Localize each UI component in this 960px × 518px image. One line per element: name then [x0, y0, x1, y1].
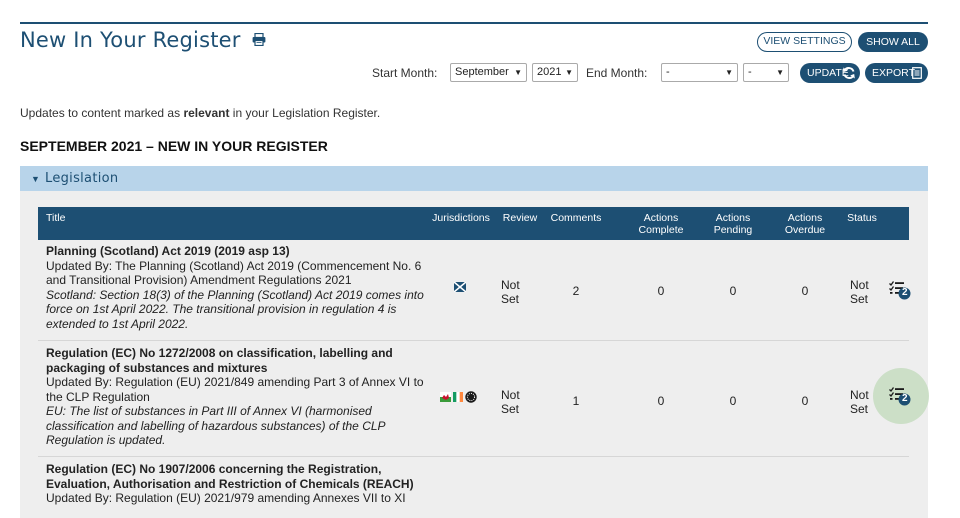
actions-pending-value: 0: [729, 284, 737, 298]
header-status[interactable]: Status: [842, 212, 882, 224]
refresh-icon: [843, 67, 855, 79]
top-rule: [20, 22, 928, 24]
actions-complete-value: 0: [657, 394, 665, 408]
document-icon: [912, 67, 922, 79]
task-list-button[interactable]: 2: [889, 280, 911, 303]
actions-overdue-value: 0: [801, 284, 809, 298]
scotland-flag-icon: [454, 282, 466, 292]
row-divider: [38, 456, 909, 457]
table-row: Planning (Scotland) Act 2019 (2019 asp 1…: [38, 244, 911, 340]
section-heading: SEPTEMBER 2021 – NEW IN YOUR REGISTER: [20, 138, 328, 154]
row-title-cell: Planning (Scotland) Act 2019 (2019 asp 1…: [46, 244, 424, 331]
status-value: Not Set: [850, 388, 869, 416]
header-comments[interactable]: Comments: [543, 212, 609, 224]
view-settings-button[interactable]: VIEW SETTINGS: [757, 32, 852, 52]
legislation-panel: ▼ Legislation Title Jurisdictions Review…: [20, 166, 929, 518]
end-month-label: End Month:: [586, 66, 648, 80]
intro-text: Updates to content marked as relevant in…: [20, 106, 380, 120]
task-list-button[interactable]: 2: [889, 386, 911, 409]
chevron-down-icon: ▼: [776, 68, 784, 77]
intro-after: in your Legislation Register.: [229, 106, 381, 120]
status-value: Not Set: [850, 278, 869, 306]
legislation-title-link[interactable]: Planning (Scotland) Act 2019 (2019 asp 1…: [46, 244, 424, 259]
table-row: Regulation (EC) No 1907/2006 concerning …: [38, 462, 909, 518]
updated-by-text: Updated By: The Planning (Scotland) Act …: [46, 258, 422, 288]
header-jurisdictions[interactable]: Jurisdictions: [426, 212, 496, 224]
row-title-cell: Regulation (EC) No 1272/2008 on classifi…: [46, 346, 424, 448]
updated-by-text: Updated By: Regulation (EU) 2021/979 ame…: [46, 491, 406, 505]
comments-value[interactable]: 1: [543, 394, 609, 408]
start-month-select[interactable]: September ▼: [450, 63, 527, 82]
eu-flag-icon: [465, 391, 477, 403]
intro-bold: relevant: [183, 106, 230, 120]
actions-complete-value: 0: [657, 284, 665, 298]
end-year-select[interactable]: - ▼: [743, 63, 789, 82]
actions-pending-value: 0: [729, 394, 737, 408]
table-row: Regulation (EC) No 1272/2008 on classifi…: [38, 346, 929, 456]
update-button[interactable]: UPDATE: [800, 63, 860, 83]
end-month-value: -: [666, 66, 670, 78]
task-count-badge: 2: [902, 287, 908, 298]
header-title[interactable]: Title: [46, 212, 65, 224]
chevron-down-icon: ▼: [725, 68, 733, 77]
wales-flag-icon: [440, 392, 451, 402]
start-year-value: 2021: [537, 66, 562, 78]
header-actions-complete[interactable]: Actions Complete: [633, 212, 689, 236]
table-header: Title Jurisdictions Review Comments Acti…: [38, 207, 909, 240]
chevron-down-icon: ▼: [565, 68, 573, 77]
end-month-select[interactable]: - ▼: [661, 63, 738, 82]
start-month-value: September: [455, 66, 509, 78]
actions-overdue-value: 0: [801, 394, 809, 408]
review-value: Not Set: [501, 278, 520, 306]
page-title: New In Your Register: [20, 28, 266, 52]
page-title-text: New In Your Register: [20, 28, 241, 52]
comments-value[interactable]: 2: [543, 284, 609, 298]
updated-by-text: Updated By: Regulation (EU) 2021/849 ame…: [46, 375, 424, 404]
collapse-triangle-icon: ▼: [31, 174, 40, 184]
chevron-down-icon: ▼: [514, 68, 522, 77]
print-icon[interactable]: [252, 33, 266, 46]
legislation-title-link[interactable]: Regulation (EC) No 1907/2006 concerning …: [46, 462, 424, 491]
legislation-title-link[interactable]: Regulation (EC) No 1272/2008 on classifi…: [46, 346, 424, 375]
row-title-cell: Regulation (EC) No 1907/2006 concerning …: [46, 462, 424, 506]
export-button[interactable]: EXPORT: [865, 63, 928, 83]
end-year-value: -: [748, 66, 752, 78]
ireland-flag-icon: [453, 392, 463, 402]
row-divider: [38, 340, 909, 341]
header-actions-pending[interactable]: Actions Pending: [708, 212, 758, 236]
show-all-button[interactable]: SHOW ALL: [858, 32, 928, 52]
export-button-label: EXPORT: [872, 67, 915, 79]
review-value: Not Set: [501, 388, 520, 416]
update-note-text: Scotland: Section 18(3) of the Planning …: [46, 287, 424, 331]
start-year-select[interactable]: 2021 ▼: [532, 63, 578, 82]
legislation-panel-label: Legislation: [45, 171, 119, 186]
header-review[interactable]: Review: [499, 212, 541, 224]
update-note-text: EU: The list of substances in Part III o…: [46, 404, 386, 447]
task-count-badge: 2: [902, 393, 908, 404]
intro-before: Updates to content marked as: [20, 106, 184, 120]
header-actions-overdue[interactable]: Actions Overdue: [780, 212, 830, 236]
start-month-label: Start Month:: [372, 66, 438, 80]
legislation-panel-header[interactable]: ▼ Legislation: [20, 166, 928, 191]
